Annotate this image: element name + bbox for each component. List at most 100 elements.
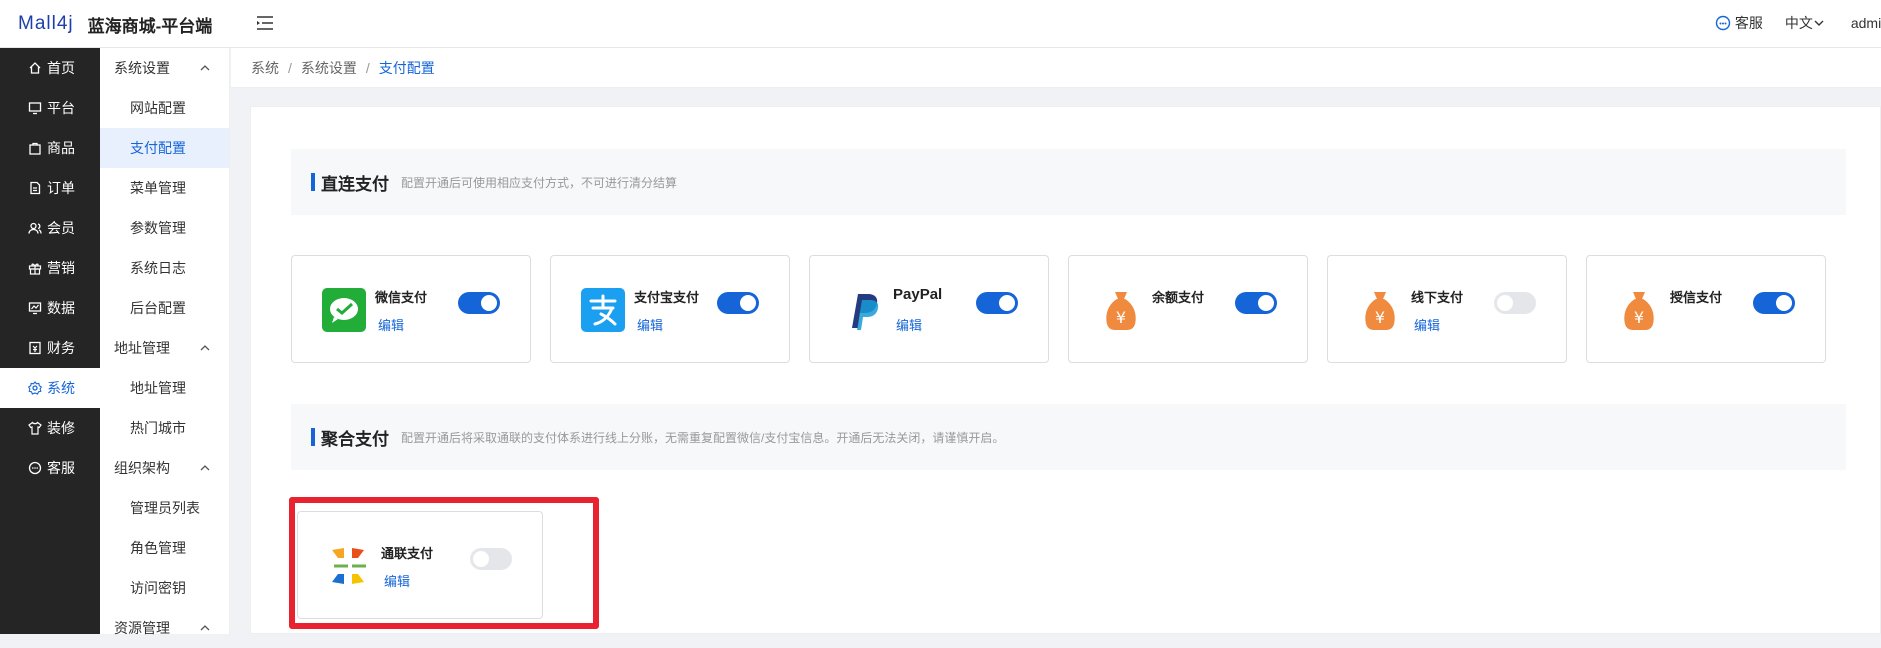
- service-button[interactable]: 客服: [1715, 13, 1763, 33]
- nav-item-service[interactable]: 客服: [0, 448, 100, 488]
- payment-card-wechat: 微信支付 编辑: [291, 255, 531, 363]
- edit-link[interactable]: 编辑: [637, 315, 663, 334]
- edit-link[interactable]: 编辑: [896, 315, 922, 334]
- monitor-icon: [28, 102, 42, 115]
- submenu-item-access-keys[interactable]: 访问密钥: [100, 568, 229, 608]
- gift-icon: [28, 263, 42, 275]
- payment-name: 线下支付: [1411, 290, 1464, 305]
- toggle-knob: [1497, 295, 1513, 311]
- nav-item-label: 营销: [47, 260, 75, 276]
- collapse-menu-icon[interactable]: [254, 12, 276, 34]
- nav-item-finance[interactable]: 财务: [0, 328, 100, 368]
- language-label: 中文: [1784, 15, 1813, 31]
- submenu-item-admin-list[interactable]: 管理员列表: [100, 488, 229, 528]
- submenu-item-payment-config[interactable]: 支付配置: [100, 128, 229, 168]
- nav-item-system[interactable]: 系统: [0, 368, 100, 408]
- user-label: admin: [1850, 15, 1881, 31]
- nav-item-label: 系统: [47, 380, 75, 396]
- order-icon: [30, 181, 41, 195]
- breadcrumb-separator: /: [288, 59, 292, 76]
- gear-icon: [28, 381, 42, 395]
- submenu-item-menu-management[interactable]: 菜单管理: [100, 168, 229, 208]
- language-select[interactable]: 中文: [1785, 13, 1829, 33]
- chevron-up-icon: [200, 625, 210, 631]
- payment-name: PayPal: [893, 286, 943, 303]
- payment-toggle[interactable]: [976, 292, 1018, 314]
- top-header: Mall4j 蓝海商城-平台端 客服 中文 admin: [0, 0, 1881, 48]
- chevron-up-icon: [200, 465, 210, 471]
- highlight-annotation: [289, 497, 599, 629]
- svg-text:¥: ¥: [1375, 308, 1385, 327]
- submenu-item-address-management[interactable]: 地址管理: [100, 368, 229, 408]
- toggle-knob: [481, 295, 497, 311]
- nav-item-members[interactable]: 会员: [0, 208, 100, 248]
- group-label: 地址管理: [114, 340, 170, 356]
- nav-item-label: 商品: [47, 140, 75, 156]
- bag-icon: [29, 142, 41, 155]
- payment-toggle[interactable]: [458, 292, 500, 314]
- edit-link[interactable]: 编辑: [1414, 315, 1440, 334]
- user-menu[interactable]: admin: [1851, 15, 1881, 31]
- money-bag-icon: ¥: [1106, 292, 1136, 330]
- nav-item-home[interactable]: 首页: [0, 48, 100, 88]
- submenu-item-system-log[interactable]: 系统日志: [100, 248, 229, 288]
- money-bag-icon: ¥: [1365, 292, 1395, 330]
- payment-card-paypal: PayPal 编辑: [809, 255, 1049, 363]
- submenu-item-role-management[interactable]: 角色管理: [100, 528, 229, 568]
- members-icon: [28, 222, 42, 234]
- edit-link[interactable]: 编辑: [378, 315, 404, 334]
- submenu-item-params[interactable]: 参数管理: [100, 208, 229, 248]
- payment-card-offline: ¥ 线下支付 编辑: [1327, 255, 1567, 363]
- submenu-group-resources[interactable]: 资源管理: [100, 608, 229, 648]
- toggle-knob: [999, 295, 1015, 311]
- payment-name: 授信支付: [1670, 290, 1723, 305]
- nav-item-label: 会员: [47, 220, 75, 236]
- payment-card-alipay: 支付宝支付 编辑: [550, 255, 790, 363]
- nav-item-data[interactable]: 数据: [0, 288, 100, 328]
- submenu-group-system-settings[interactable]: 系统设置: [100, 48, 229, 88]
- submenu-item-hot-cities[interactable]: 热门城市: [100, 408, 229, 448]
- group-label: 组织架构: [114, 460, 170, 476]
- paypal-icon: [852, 294, 879, 330]
- wechat-pay-icon: [322, 288, 366, 332]
- nav-item-products[interactable]: 商品: [0, 128, 100, 168]
- nav-item-platform[interactable]: 平台: [0, 88, 100, 128]
- chevron-up-icon: [200, 65, 210, 71]
- toggle-knob: [1776, 295, 1792, 311]
- aggregate-payment-section-header: 聚合支付 配置开通后将采取通联的支付体系进行线上分账，无需重复配置微信/支付宝信…: [291, 404, 1846, 470]
- chat-icon: [28, 461, 42, 475]
- home-icon: [29, 62, 41, 74]
- nav-item-label: 财务: [47, 340, 75, 356]
- section-marker: [311, 173, 315, 191]
- group-label: 系统设置: [114, 60, 170, 76]
- payment-toggle[interactable]: [1235, 292, 1277, 314]
- payment-toggle[interactable]: [1494, 292, 1536, 314]
- nav-item-decoration[interactable]: 装修: [0, 408, 100, 448]
- payment-toggle[interactable]: [717, 292, 759, 314]
- chevron-up-icon: [200, 345, 210, 351]
- nav-item-marketing[interactable]: 营销: [0, 248, 100, 288]
- payment-toggle[interactable]: [1753, 292, 1795, 314]
- headset-icon: [1715, 15, 1731, 31]
- nav-item-label: 装修: [47, 420, 75, 436]
- header-right: 客服 中文 admin: [1715, 0, 1881, 46]
- group-label: 资源管理: [114, 620, 170, 636]
- nav-item-label: 订单: [47, 180, 75, 196]
- breadcrumb-system[interactable]: 系统: [251, 58, 279, 78]
- nav-item-label: 客服: [47, 460, 75, 476]
- submenu-item-admin-config[interactable]: 后台配置: [100, 288, 229, 328]
- app-title: 蓝海商城-平台端: [87, 16, 213, 36]
- service-label: 客服: [1734, 15, 1763, 31]
- breadcrumb-system-settings[interactable]: 系统设置: [301, 58, 357, 78]
- submenu-item-site-config[interactable]: 网站配置: [100, 88, 229, 128]
- toggle-knob: [1258, 295, 1274, 311]
- nav-item-orders[interactable]: 订单: [0, 168, 100, 208]
- section-description: 配置开通后将采取通联的支付体系进行线上分账，无需重复配置微信/支付宝信息。开通后…: [401, 430, 1005, 445]
- section-marker: [311, 428, 315, 446]
- section-description: 配置开通后可使用相应支付方式，不可进行清分结算: [401, 175, 678, 190]
- chevron-down-icon: [1814, 20, 1824, 26]
- submenu-group-organization[interactable]: 组织架构: [100, 448, 229, 488]
- submenu-group-address[interactable]: 地址管理: [100, 328, 229, 368]
- section-title: 聚合支付: [321, 429, 389, 449]
- payment-name: 微信支付: [375, 290, 428, 305]
